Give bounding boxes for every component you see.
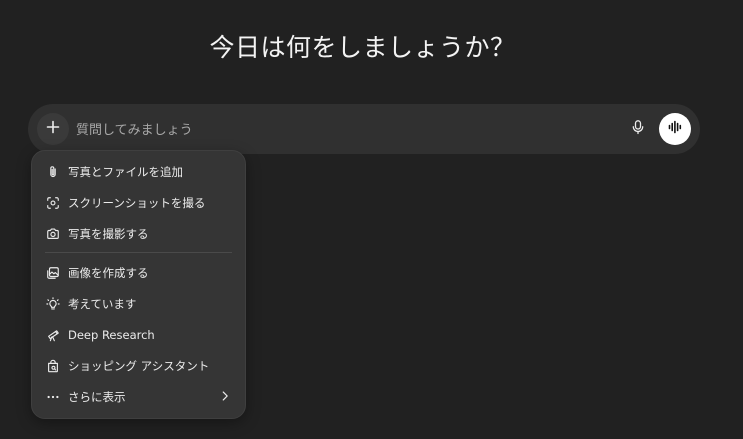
menu-item-label: スクリーンショットを撮る <box>68 195 206 210</box>
menu-item-label: Deep Research <box>68 327 155 342</box>
attach-menu: 写真とファイルを追加 スクリーンショットを撮る 写真を撮影する 画像を作成する … <box>31 150 246 419</box>
menu-item-add-photos-files[interactable]: 写真とファイルを追加 <box>32 156 245 187</box>
paperclip-icon <box>45 164 61 180</box>
image-create-icon <box>45 265 61 281</box>
voice-mode-button[interactable] <box>659 113 691 145</box>
menu-item-label: 考えています <box>68 296 137 311</box>
menu-item-take-photo[interactable]: 写真を撮影する <box>32 218 245 249</box>
page-title: 今日は何をしましょうか？ <box>209 33 516 62</box>
prompt-composer <box>28 104 700 154</box>
menu-item-label: 写真とファイルを追加 <box>68 164 183 179</box>
microphone-icon <box>630 119 646 139</box>
plus-icon <box>45 119 61 139</box>
dictate-button[interactable] <box>626 117 650 141</box>
chat-page: 今日は何をしましょうか？ 質問してみましょう 写真とファイルを追加 スクリーンシ… <box>0 0 743 439</box>
menu-item-label: 写真を撮影する <box>68 226 149 241</box>
shopping-bag-icon <box>45 358 61 374</box>
menu-item-label: 画像を作成する <box>68 265 149 280</box>
menu-item-create-image[interactable]: 画像を作成する <box>32 257 245 288</box>
prompt-input[interactable] <box>74 117 598 143</box>
telescope-icon <box>45 327 61 343</box>
menu-item-shopping-assistant[interactable]: ショッピング アシスタント <box>32 350 245 381</box>
menu-item-label: ショッピング アシスタント <box>68 358 210 373</box>
lightbulb-icon <box>45 296 61 312</box>
more-dots-icon <box>45 389 61 405</box>
menu-item-show-more[interactable]: さらに表示 <box>32 381 245 412</box>
menu-item-deep-research[interactable]: Deep Research <box>32 319 245 350</box>
chevron-right-icon <box>218 389 232 403</box>
menu-item-thinking[interactable]: 考えています <box>32 288 245 319</box>
menu-divider <box>45 252 232 253</box>
attach-button[interactable] <box>37 113 69 145</box>
menu-item-take-screenshot[interactable]: スクリーンショットを撮る <box>32 187 245 218</box>
screenshot-icon <box>45 195 61 211</box>
menu-item-label: さらに表示 <box>68 389 126 404</box>
camera-icon <box>45 226 61 242</box>
voice-waveform-icon <box>667 119 683 139</box>
